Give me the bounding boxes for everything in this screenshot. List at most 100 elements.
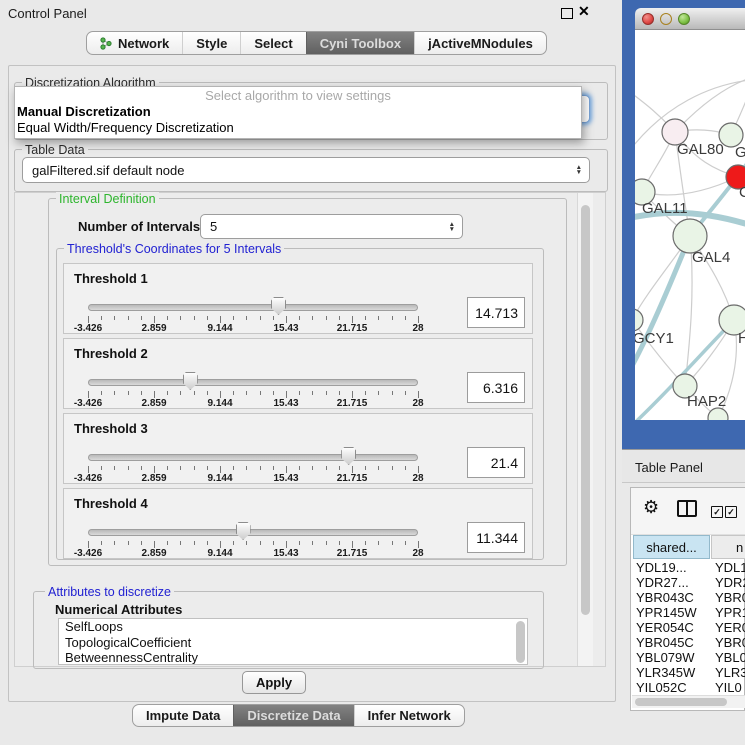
table-row-ydr27[interactable]: YDR27...YDR2 — [633, 575, 745, 590]
tab-discretize-data[interactable]: Discretize Data — [233, 705, 353, 726]
threshold-value-field[interactable]: 11.344 — [467, 522, 525, 553]
apply-button[interactable]: Apply — [242, 671, 306, 694]
slider-tick-label: 21.715 — [337, 548, 368, 559]
split-view-icon[interactable] — [677, 500, 697, 517]
slider-tick-label: 28 — [412, 398, 423, 409]
table-row-yil052c[interactable]: YIL052CYIL0 — [633, 680, 745, 695]
cell-shared-name: YDL19... — [633, 560, 711, 575]
slider-tick — [128, 316, 129, 320]
threshold-value-field[interactable]: 6.316 — [467, 372, 525, 403]
slider-tick-label: 9.144 — [207, 323, 232, 334]
network-node[interactable] — [635, 309, 643, 331]
slider-tick — [128, 466, 129, 470]
slider-tick — [141, 391, 142, 395]
slider-thumb[interactable] — [271, 297, 286, 315]
table-data-selected: galFiltered.sif default node — [32, 163, 184, 178]
dropdown-option-manual-discretization[interactable]: Manual Discretization — [15, 104, 581, 120]
float-window-icon[interactable] — [561, 8, 573, 19]
control-panel-title: Control Panel — [8, 6, 87, 21]
tab-label: Network — [118, 36, 169, 51]
cell-name: YDL1 — [711, 560, 745, 575]
table-row-ybr045c[interactable]: YBR045CYBR0 — [633, 635, 745, 650]
gear-icon[interactable]: ⚙ — [643, 497, 659, 518]
slider-tick — [246, 466, 247, 470]
slider-tick — [365, 316, 366, 320]
slider-tick — [352, 391, 353, 398]
slider-thumb[interactable] — [341, 447, 356, 465]
slider-tick — [339, 541, 340, 545]
slider-tick — [418, 541, 419, 548]
slider-track[interactable] — [88, 379, 418, 386]
close-traffic-light-icon[interactable] — [642, 13, 654, 25]
slider-tick — [141, 316, 142, 320]
table-data-combobox[interactable]: galFiltered.sif default node ▲▼ — [22, 157, 590, 183]
attribute-item-selfloops[interactable]: SelfLoops — [59, 619, 527, 635]
select-columns-icon[interactable]: ✓✓ — [711, 502, 739, 520]
combo-arrows-icon: ▲▼ — [576, 165, 582, 175]
minimize-traffic-light-icon[interactable] — [660, 13, 672, 25]
network-node[interactable] — [673, 219, 707, 253]
num-intervals-combobox[interactable]: 5 ▲▼ — [200, 214, 463, 239]
table-row-ypr145w[interactable]: YPR145WYPR1 — [633, 605, 745, 620]
table-row-yer054c[interactable]: YER054CYER0 — [633, 620, 745, 635]
slider-tick — [312, 541, 313, 545]
slider-tick — [260, 466, 261, 470]
slider-tick — [207, 316, 208, 320]
scrollbar-thumb[interactable] — [635, 698, 727, 706]
slider-tick — [194, 316, 195, 320]
threshold-value-field[interactable]: 14.713 — [467, 297, 525, 328]
horizontal-scrollbar[interactable] — [632, 695, 745, 708]
vertical-scrollbar[interactable] — [577, 193, 593, 666]
slider-track[interactable] — [88, 529, 418, 536]
slider-tick — [233, 541, 234, 545]
table-row-ylr345w[interactable]: YLR345WYLR3 — [633, 665, 745, 680]
network-window-titlebar[interactable] — [635, 8, 745, 30]
attribute-item-betweennesscentrality[interactable]: BetweennessCentrality — [59, 650, 527, 665]
table-data-group-title: Table Data — [22, 143, 88, 157]
table-row-ydl19[interactable]: YDL19...YDL1 — [633, 560, 745, 575]
tab-select[interactable]: Select — [240, 32, 305, 54]
attribute-item-topologicalcoefficient[interactable]: TopologicalCoefficient — [59, 635, 527, 651]
table-toolbar: ⚙ ✓✓ — [631, 488, 745, 535]
threshold-value-field[interactable]: 21.4 — [467, 447, 525, 478]
slider-tick-label: 9.144 — [207, 398, 232, 409]
slider-track[interactable] — [88, 454, 418, 461]
slider-tick — [260, 541, 261, 545]
cell-name: YLR3 — [711, 665, 745, 680]
column-header-shared-name[interactable]: shared... — [633, 535, 710, 559]
num-intervals-value: 5 — [210, 219, 217, 234]
cell-name: YPR1 — [711, 605, 745, 620]
slider-tick — [220, 466, 221, 473]
slider-tick-label: 9.144 — [207, 548, 232, 559]
table-row-ybr043c[interactable]: YBR043CYBR0 — [633, 590, 745, 605]
slider-tick — [260, 391, 261, 395]
network-edge[interactable] — [635, 236, 690, 375]
slider-tick — [88, 391, 89, 398]
cell-shared-name: YER054C — [633, 620, 711, 635]
slider-thumb[interactable] — [236, 522, 251, 540]
dropdown-option-equal-width-frequency-discretization[interactable]: Equal Width/Frequency Discretization — [15, 120, 581, 136]
tab-network[interactable]: Network — [87, 32, 182, 54]
cell-name: YBL0 — [711, 650, 745, 665]
node-label: GAL4 — [692, 249, 730, 266]
slider-track[interactable] — [88, 304, 418, 311]
tab-cyni-toolbox[interactable]: Cyni Toolbox — [306, 32, 414, 54]
slider-tick — [299, 391, 300, 395]
tab-jactivemnodules[interactable]: jActiveMNodules — [414, 32, 546, 54]
tab-impute-data[interactable]: Impute Data — [133, 705, 233, 726]
tab-style[interactable]: Style — [182, 32, 240, 54]
slider-tick-label: -3.426 — [74, 548, 102, 559]
dropdown-placeholder[interactable]: Select algorithm to view settings — [15, 87, 581, 104]
close-icon[interactable]: ✕ — [578, 3, 590, 20]
maximize-traffic-light-icon[interactable] — [678, 13, 690, 25]
slider-thumb[interactable] — [183, 372, 198, 390]
network-view-canvas[interactable]: GAL80GACGAL11GAL4HGCY1HAP2 — [635, 30, 745, 420]
slider-tick-label: 28 — [412, 473, 423, 484]
column-header-name[interactable]: n — [711, 535, 745, 559]
threshold-panel-2: Threshold 2-3.4262.8599.14415.4321.71528… — [63, 338, 533, 409]
tab-infer-network[interactable]: Infer Network — [354, 705, 464, 726]
list-scrollbar-thumb[interactable] — [516, 621, 525, 663]
scrollbar-thumb[interactable] — [581, 205, 590, 615]
slider-tick-label: 28 — [412, 548, 423, 559]
table-row-ybl079w[interactable]: YBL079WYBL0 — [633, 650, 745, 665]
